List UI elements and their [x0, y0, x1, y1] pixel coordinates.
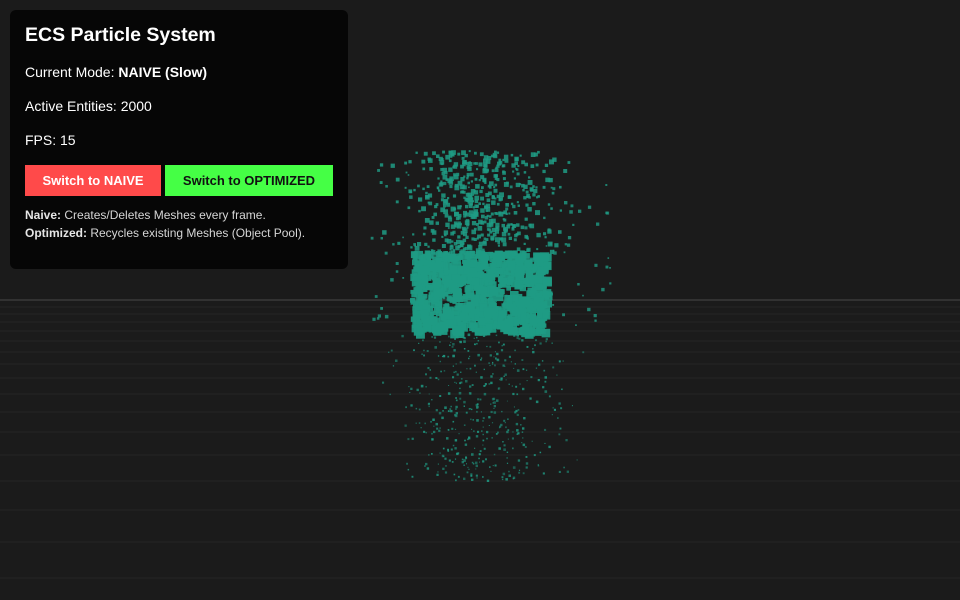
panel-title: ECS Particle System: [25, 24, 216, 46]
fps-label: FPS:: [25, 132, 61, 148]
control-panel: ECS Particle System Current Mode: NAIVE …: [10, 10, 348, 269]
current-mode-label: Current Mode:: [25, 64, 119, 80]
optimized-description-text: Recycles existing Meshes (Object Pool).: [87, 226, 306, 240]
fps-value: 15: [60, 132, 76, 148]
current-mode-value: NAIVE (Slow): [118, 64, 208, 80]
naive-description: Naive: Creates/Deletes Meshes every fram…: [25, 208, 266, 222]
active-entities-label: Active Entities:: [25, 98, 121, 114]
optimized-description: Optimized: Recycles existing Meshes (Obj…: [25, 226, 305, 240]
active-entities-value: 2000: [120, 98, 152, 114]
grid-floor: [0, 299, 960, 579]
current-mode-row: Current Mode: NAIVE (Slow): [25, 64, 207, 80]
switch-to-naive-button[interactable]: Switch to NAIVE: [25, 165, 161, 196]
active-entities-row: Active Entities: 2000: [25, 98, 152, 114]
switch-to-optimized-button[interactable]: Switch to OPTIMIZED: [165, 165, 333, 196]
naive-description-label: Naive:: [25, 208, 62, 222]
optimized-description-label: Optimized:: [25, 226, 87, 240]
fps-row: FPS: 15: [25, 132, 76, 148]
naive-description-text: Creates/Deletes Meshes every frame.: [61, 208, 266, 222]
